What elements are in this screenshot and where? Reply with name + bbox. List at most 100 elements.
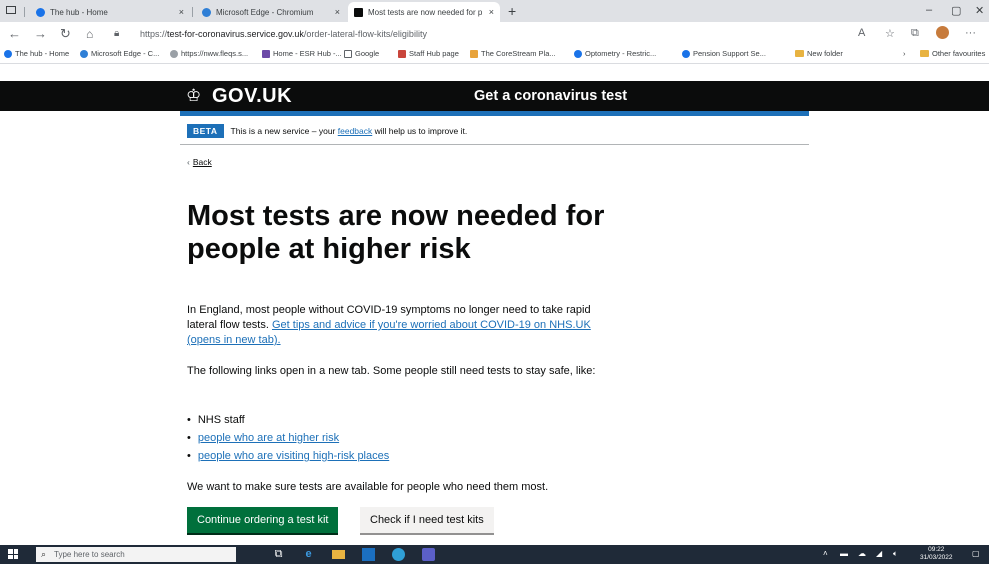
other-favourites[interactable]: Other favourites bbox=[920, 49, 985, 58]
bookmark-google[interactable]: Google bbox=[344, 49, 379, 58]
windows-start-icon[interactable] bbox=[8, 549, 18, 559]
close-tab-icon[interactable]: × bbox=[179, 7, 184, 17]
bookmark-edge[interactable]: Microsoft Edge - C... bbox=[80, 49, 159, 58]
banner-text-after: will help us to improve it. bbox=[372, 125, 468, 136]
file-explorer-icon[interactable] bbox=[332, 550, 345, 559]
continue-ordering-button[interactable]: Continue ordering a test kit bbox=[187, 507, 339, 533]
edge-icon bbox=[80, 49, 88, 58]
favourite-star-icon[interactable]: ☆ bbox=[885, 27, 895, 40]
volume-icon[interactable]: 🔈︎ bbox=[893, 549, 898, 559]
bookmark-label: https://nww.fleqs.s... bbox=[181, 49, 249, 58]
url-input[interactable]: https://test-for-coronavirus.service.gov… bbox=[140, 25, 840, 43]
more-menu-icon[interactable]: ··· bbox=[965, 27, 976, 39]
url-path: /order-lateral-flow-kits/eligibility bbox=[303, 29, 427, 39]
minimize-icon[interactable]: – bbox=[926, 4, 932, 16]
other-favourites-label: Other favourites bbox=[932, 49, 986, 58]
read-aloud-icon[interactable]: A bbox=[858, 27, 865, 39]
back-link[interactable]: ‹ Back bbox=[187, 157, 212, 167]
browser-tab-strip: The hub - Home × Microsoft Edge - Chromi… bbox=[0, 0, 989, 22]
internet-explorer-icon[interactable]: e bbox=[302, 548, 315, 561]
bookmark-esr[interactable]: Home - ESR Hub -... bbox=[262, 49, 342, 58]
govuk-logo[interactable]: GOV.UK bbox=[212, 85, 292, 108]
bookmark-pension[interactable]: Pension Support Se... bbox=[682, 49, 766, 58]
avatar[interactable] bbox=[936, 26, 949, 39]
page-title: Most tests are now needed for people at … bbox=[187, 200, 605, 265]
tab-most-tests[interactable]: Most tests are now needed for p × bbox=[348, 2, 500, 22]
back-arrow-icon[interactable]: ← bbox=[8, 26, 21, 42]
chevron-up-icon[interactable]: ˄ bbox=[823, 549, 828, 558]
esr-icon bbox=[262, 49, 270, 58]
home-icon[interactable]: ⌂ bbox=[86, 26, 93, 42]
new-tab-button[interactable]: + bbox=[508, 3, 516, 19]
bookmark-label: Home - ESR Hub -... bbox=[273, 49, 342, 58]
bookmarks-overflow-icon[interactable]: › bbox=[903, 49, 906, 58]
clock-date: 31/03/2022 bbox=[920, 554, 953, 561]
bookmark-new-folder[interactable]: New folder bbox=[795, 49, 843, 58]
banner-text-before: This is a new service – your bbox=[230, 125, 338, 136]
tab-hub-home[interactable]: The hub - Home × bbox=[30, 2, 190, 22]
feedback-link[interactable]: feedback bbox=[338, 126, 373, 136]
taskbar-search-input[interactable]: ⌕ Type here to search bbox=[36, 547, 236, 562]
notifications-icon[interactable]: ▢ bbox=[972, 549, 980, 558]
task-view-icon[interactable]: ⧉ bbox=[272, 548, 285, 561]
phase-banner: BETA This is a new service – your feedba… bbox=[180, 117, 809, 145]
bookmark-label: Staff Hub page bbox=[409, 49, 459, 58]
forward-arrow-icon[interactable]: → bbox=[34, 26, 47, 42]
bookmark-corestream[interactable]: The CoreStream Pla... bbox=[470, 49, 556, 58]
list-item: people who are visiting high-risk places bbox=[187, 447, 389, 465]
pension-icon bbox=[682, 49, 690, 58]
bookmark-label: Optometry - Restric... bbox=[585, 49, 657, 58]
bookmark-nww[interactable]: https://nww.fleqs.s... bbox=[170, 49, 248, 58]
tab-actions-icon[interactable] bbox=[6, 6, 16, 14]
bookmark-label: New folder bbox=[807, 49, 843, 58]
bookmark-label: The hub - Home bbox=[15, 49, 70, 58]
lock-icon: 🔒︎ bbox=[114, 28, 120, 39]
govuk-header: ♔ GOV.UK Get a coronavirus test bbox=[0, 81, 989, 111]
hub-icon bbox=[4, 49, 12, 58]
close-tab-icon[interactable]: × bbox=[489, 7, 494, 17]
bookmark-label: The CoreStream Pla... bbox=[481, 49, 556, 58]
bookmark-staff-hub[interactable]: Staff Hub page bbox=[398, 49, 459, 58]
edge-taskbar-icon[interactable] bbox=[392, 548, 405, 561]
high-risk-places-link[interactable]: people who are visiting high-risk places bbox=[198, 450, 389, 462]
edge-icon bbox=[202, 7, 211, 17]
bookmark-optometry[interactable]: Optometry - Restric... bbox=[574, 49, 656, 58]
link-icon bbox=[170, 49, 178, 58]
windows-taskbar: ⌕ Type here to search ⧉ e ˄ ▬ ☁ ◢ 🔈︎ 09:… bbox=[0, 545, 989, 564]
close-tab-icon[interactable]: × bbox=[335, 7, 340, 17]
links-intro-paragraph: The following links open in a new tab. S… bbox=[187, 365, 596, 377]
beta-tag: BETA bbox=[187, 123, 224, 138]
hub-icon bbox=[36, 7, 45, 17]
tab-divider bbox=[24, 7, 25, 17]
close-window-icon[interactable]: ✕ bbox=[975, 4, 984, 17]
crown-icon: ♔ bbox=[186, 86, 202, 105]
collections-icon[interactable]: ⧉ bbox=[911, 27, 919, 40]
banner-text: This is a new service – your feedback wi… bbox=[231, 126, 468, 136]
tab-label: Most tests are now needed for p bbox=[368, 7, 483, 17]
higher-risk-link[interactable]: people who are at higher risk bbox=[198, 432, 339, 444]
tab-divider bbox=[192, 7, 193, 17]
network-icon[interactable]: ◢ bbox=[876, 549, 882, 558]
tab-label: Microsoft Edge - Chromium bbox=[216, 7, 314, 17]
taskbar-clock[interactable]: 09:22 31/03/2022 bbox=[920, 546, 953, 562]
teams-icon[interactable] bbox=[422, 548, 435, 561]
maximize-icon[interactable]: ▢ bbox=[951, 4, 961, 17]
tab-edge-chromium[interactable]: Microsoft Edge - Chromium × bbox=[196, 2, 346, 22]
onedrive-icon[interactable]: ☁ bbox=[858, 549, 866, 558]
service-name[interactable]: Get a coronavirus test bbox=[474, 88, 627, 104]
corestream-icon bbox=[470, 49, 478, 58]
list-item: people who are at higher risk bbox=[187, 429, 389, 447]
bookmark-hub[interactable]: The hub - Home bbox=[4, 49, 69, 58]
header-divider bbox=[180, 111, 809, 116]
check-need-kits-button[interactable]: Check if I need test kits bbox=[360, 507, 494, 533]
optometry-icon bbox=[574, 49, 582, 58]
nhs-staff-text: NHS staff bbox=[197, 414, 245, 426]
outlook-icon[interactable] bbox=[362, 548, 375, 561]
govuk-favicon-icon bbox=[354, 7, 363, 17]
search-icon: ⌕ bbox=[41, 549, 47, 559]
battery-icon[interactable]: ▬ bbox=[840, 549, 848, 558]
list-item: NHS staff bbox=[187, 411, 389, 429]
refresh-icon[interactable]: ↻ bbox=[60, 26, 71, 42]
bookmark-label: Google bbox=[355, 49, 380, 58]
tab-label: The hub - Home bbox=[50, 7, 108, 17]
